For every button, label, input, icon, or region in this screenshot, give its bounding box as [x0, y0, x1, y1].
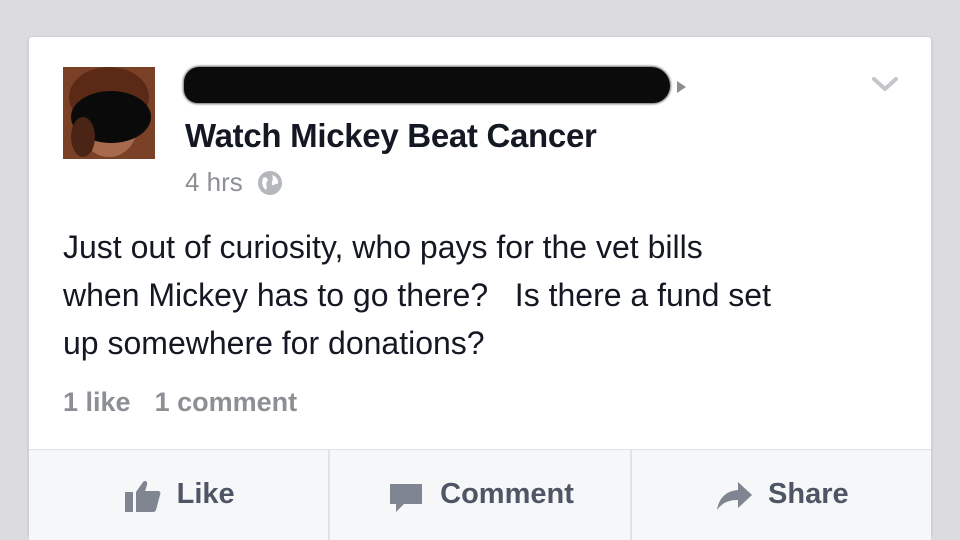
- like-label: Like: [176, 478, 235, 510]
- page-name-link[interactable]: Watch Mickey Beat Cancer: [185, 117, 597, 155]
- comment-bubble-icon: [390, 484, 423, 512]
- like-count[interactable]: 1 like: [63, 387, 131, 418]
- share-button[interactable]: Share: [632, 450, 931, 540]
- share-arrow-icon: [717, 482, 753, 510]
- redacted-author-name: [184, 67, 670, 103]
- comment-label: Comment: [440, 478, 574, 510]
- arrow-right-icon: [677, 81, 686, 93]
- comment-button[interactable]: Comment: [330, 450, 632, 540]
- action-bar: Like Comment Share: [29, 449, 931, 540]
- chevron-down-icon[interactable]: [871, 75, 899, 93]
- post-timestamp[interactable]: 4 hrs: [185, 167, 243, 198]
- avatar[interactable]: [63, 67, 155, 159]
- post-body: Just out of curiosity, who pays for the …: [63, 229, 771, 361]
- avatar-image: [63, 67, 155, 159]
- post-card: Watch Mickey Beat Cancer 4 hrs Just out …: [28, 36, 932, 540]
- like-button[interactable]: Like: [29, 450, 331, 540]
- globe-icon: [257, 170, 282, 195]
- share-label: Share: [768, 478, 849, 510]
- thumbs-up-icon: [124, 481, 161, 512]
- comment-count[interactable]: 1 comment: [155, 387, 298, 418]
- post-meta: 4 hrs: [185, 167, 283, 198]
- post-stats: 1 like 1 comment: [63, 387, 297, 418]
